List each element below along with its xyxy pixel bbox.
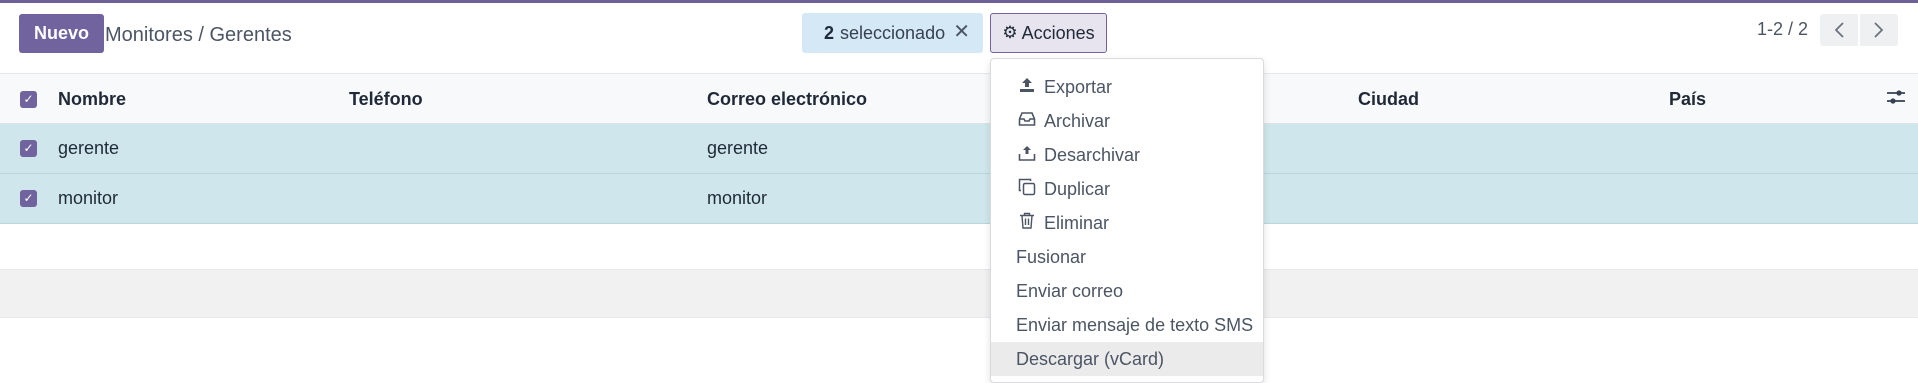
column-settings-icon[interactable] xyxy=(1886,88,1906,111)
table-row[interactable]: ✓ gerente gerente xyxy=(0,124,1918,174)
row-checkbox[interactable]: ✓ xyxy=(20,140,37,157)
menu-item-label: Desarchivar xyxy=(1044,144,1141,165)
breadcrumb: Monitores / Gerentes xyxy=(105,24,292,46)
close-icon[interactable]: ✕ xyxy=(953,22,970,42)
empty-row xyxy=(0,224,1918,270)
menu-item-label: Descargar (vCard) xyxy=(1016,348,1165,369)
actions-label: Acciones xyxy=(1021,22,1095,43)
menu-item-download-vcard[interactable]: Descargar (vCard) xyxy=(991,342,1263,376)
chevron-left-icon xyxy=(1834,22,1844,38)
control-panel: Nuevo Monitores / Gerentes 2 seleccionad… xyxy=(0,3,1918,73)
menu-item-label: Enviar correo xyxy=(1016,280,1124,301)
cell-name: gerente xyxy=(58,138,120,158)
menu-item-label: Duplicar xyxy=(1044,178,1111,199)
menu-item-label: Enviar mensaje de texto SMS xyxy=(1016,314,1254,335)
menu-item-label: Eliminar xyxy=(1044,212,1110,233)
list-table: ✓ Nombre Teléfono Correo electrónico Ciu… xyxy=(0,73,1918,318)
column-header-country[interactable]: País xyxy=(1669,89,1706,110)
column-header-email[interactable]: Correo electrónico xyxy=(707,89,867,110)
cell-email: monitor xyxy=(707,188,768,208)
gear-icon: ⚙ xyxy=(1002,23,1018,42)
selection-count: 2 xyxy=(824,22,835,43)
upload-icon xyxy=(1017,77,1037,98)
table-row[interactable]: ✓ monitor monitor xyxy=(0,174,1918,224)
cell-email: gerente xyxy=(707,138,769,158)
table-footer xyxy=(0,270,1918,318)
menu-item-delete[interactable]: Eliminar xyxy=(991,206,1263,240)
column-header-name[interactable]: Nombre xyxy=(58,89,126,110)
actions-button[interactable]: ⚙ Acciones xyxy=(990,13,1107,53)
menu-item-duplicate[interactable]: Duplicar xyxy=(991,172,1263,206)
menu-item-label: Archivar xyxy=(1044,110,1111,131)
menu-item-send-sms[interactable]: Enviar mensaje de texto SMS xyxy=(991,308,1263,342)
table-header: ✓ Nombre Teléfono Correo electrónico Ciu… xyxy=(0,73,1918,124)
pager-next-button[interactable] xyxy=(1860,14,1898,46)
select-all-checkbox[interactable]: ✓ xyxy=(20,91,37,108)
menu-item-label: Fusionar xyxy=(1016,246,1087,267)
menu-item-archive[interactable]: Archivar xyxy=(991,104,1263,138)
menu-item-unarchive[interactable]: Desarchivar xyxy=(991,138,1263,172)
selection-label: seleccionado xyxy=(840,22,946,43)
trash-icon xyxy=(1017,212,1037,234)
menu-item-export[interactable]: Exportar xyxy=(991,70,1263,104)
pager-previous-button[interactable] xyxy=(1820,14,1858,46)
selection-indicator: 2 seleccionado ✕ xyxy=(802,13,983,53)
menu-item-send-email[interactable]: Enviar correo xyxy=(991,274,1263,308)
column-header-city[interactable]: Ciudad xyxy=(1358,89,1419,110)
row-checkbox[interactable]: ✓ xyxy=(20,190,37,207)
unarchive-icon xyxy=(1017,145,1037,166)
actions-dropdown-menu: Exportar Archivar Desarchivar Duplicar E… xyxy=(990,58,1264,383)
menu-item-label: Exportar xyxy=(1044,76,1113,97)
copy-icon xyxy=(1017,178,1037,201)
inbox-icon xyxy=(1017,111,1037,132)
menu-item-merge[interactable]: Fusionar xyxy=(991,240,1263,274)
pager-value[interactable]: 1-2 / 2 xyxy=(1757,19,1808,40)
chevron-right-icon xyxy=(1874,22,1884,38)
cell-name: monitor xyxy=(58,188,119,208)
column-header-phone[interactable]: Teléfono xyxy=(349,89,423,110)
new-button[interactable]: Nuevo xyxy=(19,14,105,53)
